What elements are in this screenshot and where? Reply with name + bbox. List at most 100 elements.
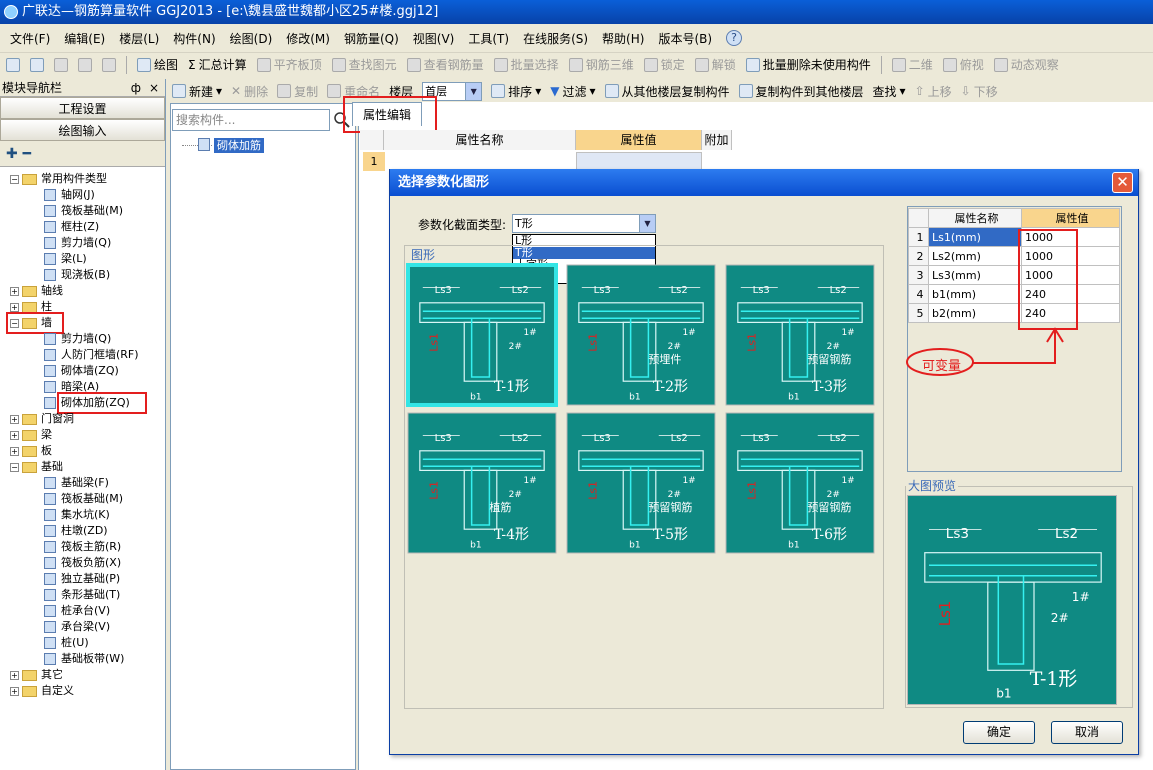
figure-option[interactable]: Ls3 Ls2 b1 2#1# Ls1 预留钢筋 T-5形 [566,412,716,554]
tree-item[interactable]: 筏板主筋(R) [0,539,165,555]
filter-button[interactable]: ▼ 过滤 ▾ [550,83,595,100]
tree-item[interactable]: 现浇板(B) [0,267,165,283]
figure-option[interactable]: Ls3 Ls2 b1 2#1# Ls1 T-1形 [406,263,558,407]
menu-item[interactable]: 钢筋量(Q) [344,30,399,47]
tree-item[interactable]: 砌体加筋(ZQ) [0,392,165,414]
expand-icon[interactable]: + [10,686,19,696]
tree-item[interactable]: 剪力墙(Q) [0,331,165,347]
draw-button[interactable]: 绘图 [137,56,178,73]
tree-folder[interactable]: + 其它 [0,667,165,683]
tree-item[interactable]: 基础板带(W) [0,651,165,667]
tree-item[interactable]: 梁(L) [0,251,165,267]
tree-item[interactable]: 砌体墙(ZQ) [0,363,165,379]
figure-option[interactable]: Ls3 Ls2 b1 2#1# Ls1 预留钢筋 T-3形 [725,264,875,406]
close-icon[interactable]: × [149,79,159,97]
tree-folder[interactable]: − 常用构件类型 [0,171,165,187]
tree-item[interactable]: 筏板基础(M) [0,491,165,507]
save-icon[interactable] [54,57,68,72]
tree-item[interactable]: 柱墩(ZD) [0,523,165,539]
menu-item[interactable]: 在线服务(S) [523,30,588,47]
tree-item[interactable]: 人防门框墙(RF) [0,347,165,363]
component-search-input[interactable]: 搜索构件... [172,109,330,131]
batch-select-button[interactable]: 批量选择 [493,56,559,73]
menu-item[interactable]: 帮助(H) [602,30,644,47]
pin-icon[interactable]: ф [131,79,141,97]
help-icon[interactable]: ? [726,30,743,46]
tree-item[interactable]: 桩(U) [0,635,165,651]
delete-component-button[interactable]: ✕ 删除 [231,83,268,100]
menu-item[interactable]: 修改(M) [286,30,330,47]
rebar-3d-button[interactable]: 钢筋三维 [568,56,634,73]
expand-icon[interactable]: − [10,462,19,472]
tree-item[interactable]: 基础梁(F) [0,475,165,491]
figure-option[interactable]: Ls3 Ls2 b1 2#1# Ls1 预埋件 T-2形 [566,264,716,406]
move-down-button[interactable]: ⇩ 下移 [961,83,998,100]
view-2d-dropdown[interactable]: 二维 [891,56,933,73]
level-top-button[interactable]: 平齐板顶 [256,56,322,73]
menu-item[interactable]: 视图(V) [413,30,455,47]
menu-item[interactable]: 绘图(D) [230,30,273,47]
property-row[interactable]: 1 Ls1(mm) 1000 [908,227,1120,247]
find-component-button[interactable]: 查找 ▾ [873,83,906,100]
property-row[interactable]: 2 Ls2(mm) 1000 [908,246,1120,266]
tree-item[interactable]: 桩承台(V) [0,603,165,619]
project-settings-button[interactable]: 工程设置 [0,97,165,119]
tree-item[interactable]: 独立基础(P) [0,571,165,587]
batch-delete-button[interactable]: 批量删除未使用构件 [745,56,871,73]
lock-button[interactable]: 锁定 [643,56,685,73]
dialog-close-icon[interactable]: ✕ [1112,172,1133,193]
component-list-item[interactable]: 砌体加筋 [214,138,264,153]
redo-icon[interactable] [102,57,116,72]
copy-component-button[interactable]: 复制 [277,83,318,100]
property-row[interactable]: 5 b2(mm) 240 [908,303,1120,323]
expand-icon[interactable]: + [10,302,19,312]
figure-option[interactable]: Ls3 Ls2 b1 2#1# Ls1 预留钢筋 T-6形 [725,412,875,554]
tree-folder[interactable]: + 轴线 [0,283,165,299]
expand-icon[interactable]: + [10,414,19,424]
new-file-icon[interactable] [6,57,20,72]
undo-icon[interactable] [78,57,92,72]
property-row[interactable]: 4 b1(mm) 240 [908,284,1120,304]
tree-item[interactable]: 剪力墙(Q) [0,235,165,251]
open-file-icon[interactable] [30,57,44,72]
menu-item[interactable]: 文件(F) [10,30,50,47]
expand-icon[interactable]: + [10,670,19,680]
expand-icon[interactable]: + [10,430,19,440]
copy-from-floor-button[interactable]: 从其他楼层复制构件 [604,83,730,100]
tree-item[interactable]: 筏板负筋(X) [0,555,165,571]
cancel-button[interactable]: 取消 [1051,721,1123,744]
sum-calc-button[interactable]: Σ 汇总计算 [188,56,247,73]
figure-option[interactable]: Ls3 Ls2 b1 2#1# Ls1 植筋 T-4形 [407,412,557,554]
new-component-button[interactable]: 新建 ▾ [172,83,222,100]
expand-icon[interactable]: + [10,286,19,296]
tree-folder[interactable]: + 板 [0,443,165,459]
ok-button[interactable]: 确定 [963,721,1035,744]
move-up-button[interactable]: ⇧ 上移 [915,83,952,100]
tree-item[interactable]: 轴网(J) [0,187,165,203]
tree-item[interactable]: 框柱(Z) [0,219,165,235]
tree-item[interactable]: 承台梁(V) [0,619,165,635]
tree-item[interactable]: 筏板基础(M) [0,203,165,219]
view-rebar-button[interactable]: 查看钢筋量 [406,56,484,73]
dynamic-view-button[interactable]: 动态观察 [993,56,1059,73]
menu-item[interactable]: 编辑(E) [64,30,105,47]
unlock-button[interactable]: 解锁 [694,56,736,73]
sort-button[interactable]: 排序 ▾ [491,83,541,100]
tree-folder[interactable]: − 基础 [0,459,165,475]
menu-item[interactable]: 工具(T) [468,30,509,47]
tree-expand-collapse-icons[interactable]: ✚ ━ [0,141,165,167]
find-element-button[interactable]: 查找图元 [331,56,397,73]
draw-input-button[interactable]: 绘图输入 [0,119,165,141]
menu-item[interactable]: 楼层(L) [119,30,159,47]
tree-folder[interactable]: − 墙 [0,312,165,334]
section-type-select[interactable]: T形 ▼ [512,214,656,233]
copy-to-floor-button[interactable]: 复制构件到其他楼层 [738,83,864,100]
tree-folder[interactable]: + 梁 [0,427,165,443]
tree-folder[interactable]: + 门窗洞 [0,411,165,427]
expand-icon[interactable]: + [10,446,19,456]
tree-item[interactable]: 集水坑(K) [0,507,165,523]
expand-icon[interactable]: − [10,174,19,184]
top-view-button[interactable]: 俯视 [942,56,984,73]
menu-item[interactable]: 构件(N) [173,30,215,47]
property-row[interactable]: 3 Ls3(mm) 1000 [908,265,1120,285]
